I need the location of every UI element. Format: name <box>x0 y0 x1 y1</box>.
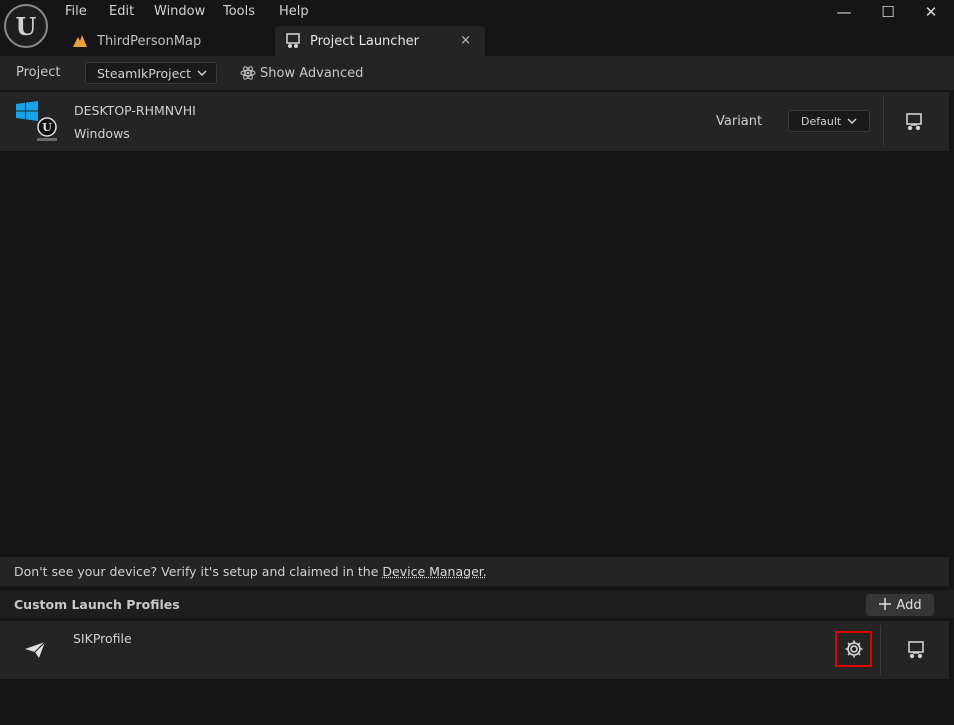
variant-label: Variant <box>716 114 763 129</box>
device-row[interactable]: U DESKTOP-RHMNVHI Windows Variant Defaul… <box>0 92 949 151</box>
tab-project-launcher[interactable]: Project Launcher × <box>275 26 485 56</box>
tab-label: Project Launcher <box>310 33 420 49</box>
launch-profile-icon[interactable] <box>906 640 926 660</box>
device-hint-bar: Don't see your device? Verify it's setup… <box>0 557 949 586</box>
maximize-button[interactable]: ☐ <box>866 0 910 24</box>
atom-icon <box>240 65 256 81</box>
add-profile-button[interactable]: Add <box>866 594 934 616</box>
project-dropdown[interactable]: SteamIkProject <box>85 62 217 84</box>
add-label: Add <box>896 597 922 613</box>
profile-row[interactable]: SIKProfile <box>0 621 949 679</box>
launcher-icon <box>284 33 302 49</box>
device-name: DESKTOP-RHMNVHI <box>74 103 196 118</box>
project-value: SteamIkProject <box>97 65 192 81</box>
device-hint-text: Don't see your device? Verify it's setup… <box>14 564 487 579</box>
close-tab-icon[interactable]: × <box>460 33 471 48</box>
unreal-logo-icon[interactable]: U <box>4 4 48 48</box>
profiles-title: Custom Launch Profiles <box>14 597 180 612</box>
paper-plane-icon <box>24 640 46 660</box>
menu-file[interactable]: File <box>65 4 87 19</box>
menu-window[interactable]: Window <box>154 4 205 19</box>
variant-dropdown[interactable]: Default <box>788 110 870 132</box>
hint-message: Don't see your device? Verify it's setup… <box>14 564 383 579</box>
title-bar: U File Edit Window Tools Help — ☐ ✕ Thir… <box>0 0 954 56</box>
windows-unreal-platform-icon: U <box>16 100 60 144</box>
menu-help[interactable]: Help <box>279 4 309 19</box>
tab-label: ThirdPersonMap <box>97 33 202 49</box>
close-window-button[interactable]: ✕ <box>909 0 953 24</box>
profiles-header: Custom Launch Profiles Add <box>0 590 954 618</box>
profile-settings-button[interactable] <box>835 631 872 667</box>
launch-on-device-icon[interactable] <box>904 112 924 132</box>
chevron-down-icon <box>847 116 857 127</box>
divider <box>880 625 881 675</box>
show-advanced-button[interactable]: Show Advanced <box>240 65 363 81</box>
gear-icon <box>845 640 862 658</box>
device-manager-link[interactable]: Device Manager. <box>382 564 486 579</box>
maximize-icon: ☐ <box>881 3 895 21</box>
chevron-down-icon <box>197 68 207 79</box>
level-icon <box>71 33 89 49</box>
minimize-button[interactable]: — <box>822 0 866 24</box>
divider <box>883 96 884 147</box>
project-label: Project <box>16 65 61 80</box>
minimize-icon: — <box>836 3 852 21</box>
svg-text:U: U <box>42 121 52 134</box>
tab-third-person-map[interactable]: ThirdPersonMap <box>62 26 272 56</box>
device-list-area <box>0 151 954 557</box>
show-advanced-label: Show Advanced <box>260 65 364 81</box>
menu-tools[interactable]: Tools <box>223 4 255 19</box>
menu-edit[interactable]: Edit <box>109 4 134 19</box>
toolbar: Project SteamIkProject Show Advanced <box>0 56 954 90</box>
plus-icon <box>878 597 892 614</box>
device-platform: Windows <box>74 126 130 141</box>
variant-value: Default <box>801 114 842 128</box>
profile-name: SIKProfile <box>73 631 132 646</box>
close-icon: ✕ <box>924 3 938 21</box>
